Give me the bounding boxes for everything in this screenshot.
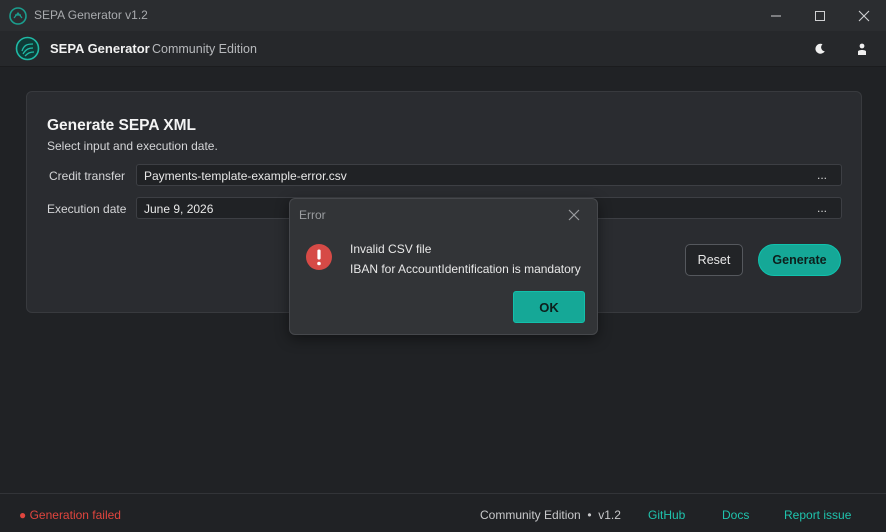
- reset-button[interactable]: Reset: [685, 244, 743, 276]
- theme-toggle-button[interactable]: [811, 40, 829, 58]
- error-icon: [306, 244, 332, 270]
- user-icon: [858, 43, 866, 55]
- credit-transfer-value: Payments-template-example-error.csv: [144, 169, 347, 183]
- execution-date-value: June 9, 2026: [144, 202, 214, 216]
- close-icon: [858, 10, 870, 21]
- app-header: SEPA Generator Community Edition: [0, 31, 886, 67]
- moon-icon: [815, 43, 825, 54]
- maximize-button[interactable]: [798, 0, 842, 31]
- minimize-icon: [771, 15, 781, 16]
- window-title: SEPA Generator v1.2: [34, 8, 148, 22]
- app-logo-icon: [9, 7, 27, 25]
- status-edition-version: Community Edition • v1.2: [480, 508, 621, 522]
- app-edition: Community Edition: [152, 42, 257, 56]
- dialog-close-icon[interactable]: [567, 208, 581, 222]
- execution-date-label: Execution date: [47, 202, 127, 216]
- card-title: Generate SEPA XML: [47, 117, 197, 134]
- github-link[interactable]: GitHub: [648, 508, 685, 522]
- status-bar: ● Generation failed Community Edition • …: [0, 493, 886, 532]
- generate-button[interactable]: Generate: [758, 244, 841, 276]
- credit-transfer-browse-button[interactable]: ...: [817, 168, 827, 182]
- dialog-title: Error: [299, 208, 326, 222]
- app-name: SEPA Generator: [50, 41, 150, 56]
- credit-transfer-field[interactable]: Payments-template-example-error.csv ...: [136, 164, 842, 186]
- card-subtitle: Select input and execution date.: [47, 139, 218, 153]
- window-titlebar: SEPA Generator v1.2: [0, 0, 886, 31]
- app-logo-icon: [15, 36, 40, 61]
- account-button[interactable]: [853, 40, 871, 58]
- ok-button[interactable]: OK: [513, 291, 585, 323]
- status-message: ● Generation failed: [19, 508, 121, 522]
- close-window-button[interactable]: [842, 0, 886, 31]
- docs-link[interactable]: Docs: [722, 508, 749, 522]
- maximize-icon: [815, 10, 825, 21]
- execution-date-picker-button[interactable]: ...: [817, 201, 827, 215]
- error-message-title: Invalid CSV file: [350, 242, 432, 256]
- credit-transfer-label: Credit transfer: [49, 169, 126, 183]
- error-dialog: Error Invalid CSV file IBAN for AccountI…: [289, 198, 598, 335]
- report-issue-link[interactable]: Report issue: [784, 508, 851, 522]
- minimize-button[interactable]: [754, 0, 798, 31]
- error-message-detail: IBAN for AccountIdentification is mandat…: [350, 262, 581, 276]
